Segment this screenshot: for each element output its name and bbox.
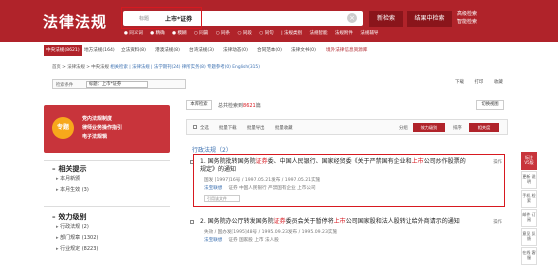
result-title[interactable]: 2. 国务院办公厅转发国务院证券委员会关于暂停将上市公司国家股和法人股转让给外商… (186, 218, 508, 226)
sidebar-item[interactable]: 本月新颁 (44, 174, 170, 185)
search-highlight-box (121, 7, 202, 29)
update-notes-button[interactable]: 更新 说明 (521, 171, 537, 189)
feedback-button[interactable]: 意见 反馈 (521, 228, 537, 246)
breadcrumb: 首页 > 法律法规 > 中央法规 相关检索 | 法律法规 | 法学期刊(24) … (52, 64, 260, 70)
related-tips-section: 相关提示 本月新颁 本月生效 (3) (44, 164, 170, 196)
topic-badge: 专题 (52, 117, 74, 139)
clear-icon[interactable]: × (347, 13, 357, 23)
option-same-article[interactable]: ○ 同条 (216, 31, 230, 36)
switch-view-button[interactable]: 切换视图 (476, 100, 504, 110)
total-count: 总共检索到8621篇 (218, 103, 261, 109)
tab-hkmacau[interactable]: 港澳法规(8) (153, 45, 182, 56)
tab-local[interactable]: 地方法规(164) (82, 45, 117, 56)
site-logo[interactable]: 法律法规 (43, 11, 107, 32)
sidebar-item[interactable]: 本月生效 (3) (44, 185, 170, 196)
filter-input[interactable]: 标题：上市*证券 (86, 81, 148, 88)
option-same-para[interactable]: ○ 同段 (237, 31, 251, 36)
tab-taiwan[interactable]: 台湾法规(3) (187, 45, 216, 56)
results-toolbar: 全选 批量下载 批量导出 批量收藏 分组 效力级别 排序 相关度 (186, 119, 508, 135)
new-search-button[interactable]: 新检索 (369, 11, 403, 27)
result-checkbox[interactable] (190, 220, 194, 224)
select-all-checkbox[interactable] (193, 125, 197, 129)
banner-line-3: 电子法规辑 (82, 134, 108, 140)
sort-dropdown[interactable]: 相关度 (469, 123, 499, 132)
tab-documents[interactable]: 法律文书(0) (289, 45, 318, 56)
tab-central[interactable]: 中央法规(8621) (44, 45, 82, 56)
sidebar-item[interactable]: 行政法规 (2) (44, 222, 170, 233)
effect-level-section: 效力级别 行政法规 (2) 部门规章 (1302) 行业规定 (8223) (44, 212, 170, 255)
advanced-search-link[interactable]: 高级检索 (457, 10, 477, 18)
section-title[interactable]: 行政法规（2） (192, 145, 232, 154)
online-service-button[interactable]: 在线 客服 (521, 247, 537, 265)
option-same-sentence[interactable]: ○ 同句 (259, 31, 273, 36)
option-attachment[interactable]: 法规附件 (335, 31, 353, 36)
sort-label: 排序 (453, 126, 462, 131)
result-tags: 法宝联想 证券 国家股 上市 法人股 (204, 238, 279, 243)
tab-foreign[interactable]: 境外法律信息资源库 (324, 45, 369, 56)
related-links[interactable]: 相关检索 | 法律法规 | 法学期刊(24) 律所实务(8) 专题参考(0) E… (110, 65, 260, 70)
result-item[interactable]: 2. 国务院办公厅转发国务院证券委员会关于暂停将上市公司国家股和法人股转让给外商… (186, 218, 508, 243)
group-label: 分组 (399, 126, 408, 131)
tab-library-search[interactable]: 本库检索 (186, 100, 212, 110)
breadcrumb-path[interactable]: 首页 > 法律法规 > 中央法规 (52, 65, 109, 70)
favorite-button[interactable]: 收藏 (494, 80, 503, 85)
result-highlight-box (193, 154, 505, 207)
mobile-search-button[interactable]: 手机 检索 (521, 190, 537, 208)
related-tips-heading[interactable]: 相关提示 (44, 164, 170, 174)
option-fuzzy[interactable]: ● 模糊 (172, 31, 186, 36)
batch-favorite-button[interactable]: 批量收藏 (275, 125, 293, 131)
category-tabs: 中央法规(8621) 地方法规(164) 立法资料(8) 港澳法规(8) 台湾法… (44, 45, 558, 56)
batch-export-button[interactable]: 批量导出 (247, 125, 265, 131)
effect-level-heading[interactable]: 效力级别 (44, 212, 170, 222)
search-in-results-button[interactable]: 结果中检索 (407, 11, 452, 27)
advanced-search-links[interactable]: 高级检索 智能检索 (457, 10, 477, 26)
banner-line-2: 律师业务操作指引 (82, 125, 123, 131)
smart-search-link[interactable]: 智能检索 (457, 18, 477, 26)
result-action[interactable]: 操作 (493, 219, 502, 225)
option-same-doc[interactable]: ○ 同篇 (194, 31, 208, 36)
download-button[interactable]: 下载 (455, 80, 464, 85)
tab-news[interactable]: 法律动态(0) (221, 45, 250, 56)
option-guide[interactable]: 法规辅导 (360, 31, 378, 36)
select-all-label[interactable]: 全选 (200, 125, 209, 131)
search-options[interactable]: ● 同义词 ● 精确 ● 模糊 ○ 同篇 ○ 同条 ○ 同段 ○ 同句 | 法规… (124, 30, 384, 36)
page-actions: 下载 打印 收藏 (455, 79, 512, 85)
right-rail: 标注 V5版 更新 说明 手机 检索 邮件 订阅 意见 反馈 在线 客服 (521, 152, 537, 266)
v5-button[interactable]: 标注 V5版 (521, 152, 537, 170)
divider (44, 160, 170, 161)
sidebar-item[interactable]: 行业规定 (8223) (44, 244, 170, 255)
banner-line-1: 党内法规制度 (82, 116, 113, 122)
result-meta: 失效 / 国办发[1995]48号 / 1995.09.23发布 / 1995.… (204, 230, 338, 235)
batch-download-button[interactable]: 批量下载 (219, 125, 237, 131)
option-exact[interactable]: ● 精确 (150, 31, 164, 36)
topic-banner[interactable]: 专题 党内法规制度 律师业务操作指引 电子法规辑 (44, 105, 170, 153)
group-dropdown[interactable]: 效力级别 (413, 123, 445, 132)
sidebar-item[interactable]: 部门规章 (1302) (44, 233, 170, 244)
option-synonym[interactable]: ● 同义词 (124, 31, 143, 36)
divider (44, 206, 170, 207)
email-subscribe-button[interactable]: 邮件 订阅 (521, 209, 537, 227)
filter-label: 检索条件 (56, 83, 74, 88)
option-smart[interactable]: 法规智能 (309, 31, 327, 36)
tab-contracts[interactable]: 合同范本(0) (255, 45, 284, 56)
tab-legislative[interactable]: 立法资料(8) (119, 45, 148, 56)
option-category[interactable]: | 法规类别 (281, 31, 302, 36)
filter-bar: 检索条件 标题：上市*证券 (52, 79, 186, 89)
print-button[interactable]: 打印 (474, 80, 483, 85)
